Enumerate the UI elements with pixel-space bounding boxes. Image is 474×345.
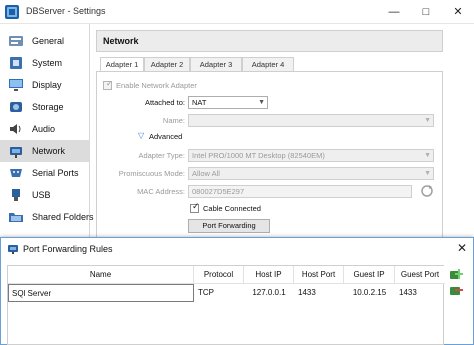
adapter-panel: ✓ Enable Network Adapter Attached to: NA… [96, 71, 443, 240]
display-icon [9, 79, 23, 91]
rule-guest-ip-cell[interactable]: 10.0.2.15 [344, 284, 395, 302]
check-icon: ✓ [106, 79, 113, 88]
sidebar: General System Display Storage Audio Net… [0, 24, 94, 240]
sidebar-item-audio[interactable]: Audio [0, 118, 90, 140]
sidebar-item-label: Serial Ports [32, 168, 79, 178]
chevron-down-icon: ▼ [424, 170, 431, 177]
tab-adapter-2[interactable]: Adapter 2 [144, 57, 190, 71]
sidebar-item-label: System [32, 58, 63, 68]
network-icon [10, 147, 22, 158]
name-label: Name: [162, 116, 185, 125]
sidebar-item-usb[interactable]: USB [0, 184, 90, 206]
rule-name-cell[interactable]: SQl Server [8, 284, 194, 302]
close-icon[interactable]: ✕ [457, 241, 467, 255]
attached-to-label: Attached to: [144, 98, 185, 107]
audio-icon [10, 124, 21, 134]
rule-host-port-cell[interactable]: 1433 [294, 284, 344, 302]
chevron-down-icon: ▼ [424, 152, 431, 159]
rule-host-ip-cell[interactable]: 127.0.0.1 [244, 284, 294, 302]
sidebar-item-label: Display [32, 80, 62, 90]
name-select[interactable]: ▼ [188, 114, 434, 127]
shared-folders-icon [9, 213, 23, 222]
advanced-label[interactable]: Advanced [149, 132, 182, 141]
column-header-guest-port[interactable]: Guest Port [395, 266, 445, 284]
close-button[interactable]: ✕ [442, 0, 474, 24]
adapter-type-select[interactable]: Intel PRO/1000 MT Desktop (82540EM) ▼ [188, 149, 434, 162]
chevron-down-icon: ▼ [258, 99, 265, 106]
cable-connected-label: Cable Connected [203, 204, 261, 213]
maximize-button[interactable]: □ [410, 0, 442, 24]
sidebar-item-storage[interactable]: Storage [0, 96, 90, 118]
adapter-type-label: Adapter Type: [138, 151, 185, 160]
sidebar-item-network[interactable]: Network [0, 140, 90, 162]
column-header-host-port[interactable]: Host Port [294, 266, 344, 284]
rule-protocol-cell[interactable]: TCP [194, 284, 244, 302]
rule-guest-port-cell[interactable]: 1433 [395, 284, 445, 302]
sidebar-item-label: General [32, 36, 65, 46]
sidebar-item-serial-ports[interactable]: Serial Ports [0, 162, 90, 184]
mac-address-field[interactable]: 080027D5E297 [188, 185, 412, 198]
sidebar-item-label: Storage [32, 102, 64, 112]
system-icon [10, 57, 22, 69]
virtualbox-icon [5, 5, 19, 19]
enable-adapter-label: Enable Network Adapter [116, 81, 197, 90]
check-icon: ✓ [192, 201, 200, 211]
sidebar-item-system[interactable]: System [0, 52, 90, 74]
column-header-name[interactable]: Name [8, 266, 194, 284]
sidebar-item-label: Network [32, 146, 66, 156]
promiscuous-value: Allow All [192, 169, 220, 178]
port-forwarding-button[interactable]: Port Forwarding [188, 219, 270, 233]
port-forwarding-dialog: Port Forwarding Rules ✕ Name Protocol Ho… [0, 237, 474, 345]
adapter-tabs: Adapter 1 Adapter 2 Adapter 3 Adapter 4 [96, 57, 443, 72]
refresh-icon[interactable] [420, 184, 434, 198]
attached-to-value: NAT [192, 98, 207, 107]
add-rule-icon[interactable] [449, 268, 463, 282]
column-header-host-ip[interactable]: Host IP [244, 266, 294, 284]
tab-adapter-1[interactable]: Adapter 1 [100, 57, 144, 72]
network-icon [8, 245, 18, 254]
sidebar-item-label: Audio [32, 124, 56, 134]
adapter-type-value: Intel PRO/1000 MT Desktop (82540EM) [192, 151, 325, 160]
column-header-protocol[interactable]: Protocol [194, 266, 244, 284]
sidebar-item-label: USB [32, 190, 51, 200]
usb-icon [12, 189, 20, 201]
attached-to-select[interactable]: NAT ▼ [188, 96, 268, 109]
mac-address-label: MAC Address: [137, 187, 185, 196]
section-header: Network [96, 30, 443, 52]
window-title: DBServer - Settings [26, 6, 106, 16]
chevron-down-icon: ▼ [424, 117, 431, 124]
tab-adapter-4[interactable]: Adapter 4 [242, 57, 294, 71]
section-title: Network [103, 36, 139, 46]
sidebar-item-general[interactable]: General [0, 30, 90, 52]
remove-rule-icon[interactable] [449, 284, 463, 298]
minimize-button[interactable]: — [378, 0, 410, 24]
tab-adapter-3[interactable]: Adapter 3 [190, 57, 242, 71]
dialog-title: Port Forwarding Rules [23, 244, 113, 254]
general-icon [9, 36, 23, 46]
column-header-guest-ip[interactable]: Guest IP [344, 266, 395, 284]
expand-triangle-icon[interactable]: ▽ [138, 131, 144, 140]
sidebar-item-shared-folders[interactable]: Shared Folders [0, 206, 94, 228]
sidebar-item-label: Shared Folders [32, 212, 94, 222]
storage-icon [10, 102, 22, 112]
sidebar-item-display[interactable]: Display [0, 74, 90, 96]
title-bar: DBServer - Settings — □ ✕ [0, 0, 474, 24]
promiscuous-select[interactable]: Allow All ▼ [188, 167, 434, 180]
rules-table: Name Protocol Host IP Host Port Guest IP… [7, 265, 445, 345]
promiscuous-label: Promiscuous Mode: [118, 169, 185, 178]
serial-ports-icon [10, 169, 22, 177]
